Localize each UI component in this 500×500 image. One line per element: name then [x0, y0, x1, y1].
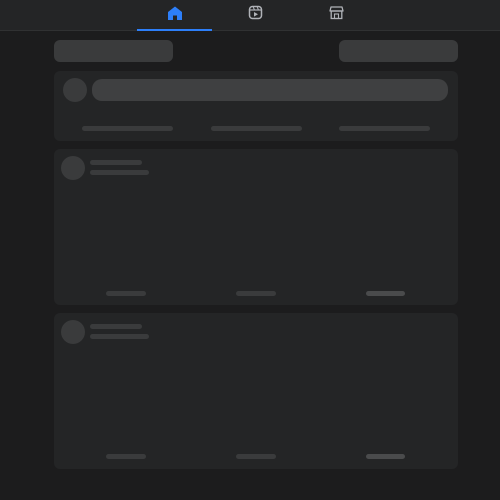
tab-reels[interactable]: [218, 0, 293, 30]
avatar-placeholder: [63, 78, 87, 102]
post-meta-placeholder: [90, 334, 149, 339]
post-action-placeholder: [366, 291, 405, 296]
composer-input-placeholder[interactable]: [92, 79, 448, 101]
post-avatar-placeholder: [61, 320, 85, 344]
tab-home[interactable]: [137, 0, 212, 31]
post-card: [54, 313, 458, 469]
composer-action-placeholder: [82, 126, 173, 131]
top-nav-bar: [0, 0, 500, 31]
marketplace-icon: [329, 5, 344, 25]
post-card: [54, 149, 458, 305]
post-meta-placeholder: [90, 170, 149, 175]
composer-action-placeholder: [339, 126, 430, 131]
header-right-placeholder: [339, 40, 458, 62]
post-action-placeholder: [366, 454, 405, 459]
composer-action-placeholder: [211, 126, 302, 131]
post-author-placeholder: [90, 324, 142, 329]
post-author-placeholder: [90, 160, 142, 165]
post-action-placeholder: [236, 291, 276, 296]
post-action-placeholder: [106, 291, 146, 296]
home-icon: [167, 5, 183, 26]
post-action-placeholder: [236, 454, 276, 459]
post-avatar-placeholder: [61, 156, 85, 180]
reels-icon: [248, 5, 263, 25]
post-action-placeholder: [106, 454, 146, 459]
tab-marketplace[interactable]: [299, 0, 374, 30]
header-left-placeholder: [54, 40, 173, 62]
composer-card: [54, 71, 458, 141]
